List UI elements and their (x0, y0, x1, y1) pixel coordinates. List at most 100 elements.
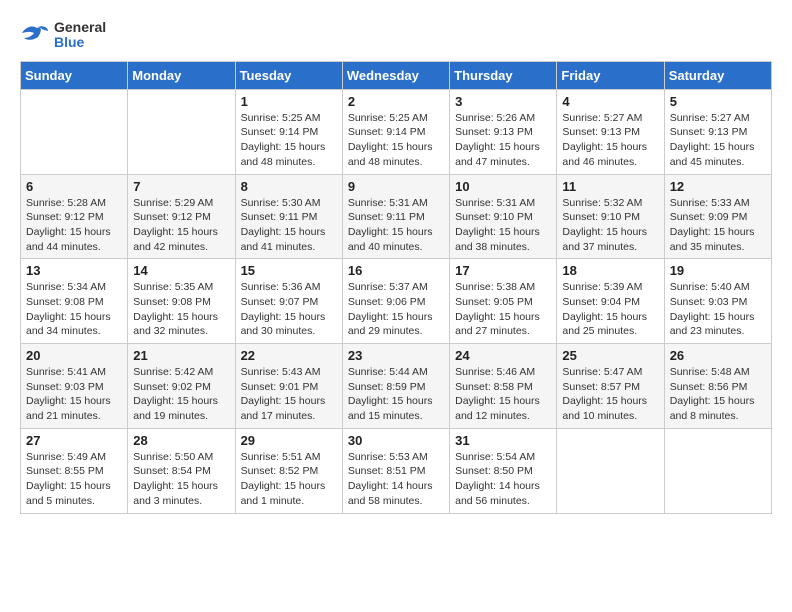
day-info: Sunrise: 5:33 AM Sunset: 9:09 PM Dayligh… (670, 196, 766, 255)
day-info: Sunrise: 5:31 AM Sunset: 9:11 PM Dayligh… (348, 196, 444, 255)
calendar-day-cell: 18Sunrise: 5:39 AM Sunset: 9:04 PM Dayli… (557, 259, 664, 344)
day-info: Sunrise: 5:39 AM Sunset: 9:04 PM Dayligh… (562, 280, 658, 339)
day-info: Sunrise: 5:42 AM Sunset: 9:02 PM Dayligh… (133, 365, 229, 424)
day-number: 14 (133, 263, 229, 278)
day-info: Sunrise: 5:53 AM Sunset: 8:51 PM Dayligh… (348, 450, 444, 509)
calendar-day-cell: 20Sunrise: 5:41 AM Sunset: 9:03 PM Dayli… (21, 344, 128, 429)
page-container: General Blue SundayMondayTuesdayWednesda… (20, 20, 772, 514)
calendar-day-cell: 16Sunrise: 5:37 AM Sunset: 9:06 PM Dayli… (342, 259, 449, 344)
day-number: 5 (670, 94, 766, 109)
day-info: Sunrise: 5:40 AM Sunset: 9:03 PM Dayligh… (670, 280, 766, 339)
day-info: Sunrise: 5:51 AM Sunset: 8:52 PM Dayligh… (241, 450, 337, 509)
day-number: 23 (348, 348, 444, 363)
calendar-day-cell (557, 428, 664, 513)
day-number: 4 (562, 94, 658, 109)
day-info: Sunrise: 5:29 AM Sunset: 9:12 PM Dayligh… (133, 196, 229, 255)
calendar-header-row: SundayMondayTuesdayWednesdayThursdayFrid… (21, 61, 772, 89)
day-number: 22 (241, 348, 337, 363)
day-number: 25 (562, 348, 658, 363)
day-info: Sunrise: 5:49 AM Sunset: 8:55 PM Dayligh… (26, 450, 122, 509)
day-number: 29 (241, 433, 337, 448)
calendar-day-cell: 21 Sunrise: 5:42 AM Sunset: 9:02 PM Dayli… (128, 344, 235, 429)
calendar-day-cell: 4 Sunrise: 5:27 AM Sunset: 9:13 PM Daylig… (557, 89, 664, 174)
day-number: 6 (26, 179, 122, 194)
day-number: 21 (133, 348, 229, 363)
calendar-day-cell: 2 Sunrise: 5:25 AM Sunset: 9:14 PM Daylig… (342, 89, 449, 174)
calendar-week-row: 27 Sunrise: 5:49 AM Sunset: 8:55 PM Dayli… (21, 428, 772, 513)
day-info: Sunrise: 5:30 AM Sunset: 9:11 PM Dayligh… (241, 196, 337, 255)
day-info: Sunrise: 5:27 AM Sunset: 9:13 PM Dayligh… (670, 111, 766, 170)
logo-text: General Blue (54, 20, 106, 51)
calendar-day-cell: 24 Sunrise: 5:46 AM Sunset: 8:58 PM Dayli… (450, 344, 557, 429)
calendar-day-cell: 25 Sunrise: 5:47 AM Sunset: 8:57 PM Dayli… (557, 344, 664, 429)
day-number: 11 (562, 179, 658, 194)
calendar-day-cell: 31 Sunrise: 5:54 AM Sunset: 8:50 PM Dayli… (450, 428, 557, 513)
day-number: 2 (348, 94, 444, 109)
day-number: 7 (133, 179, 229, 194)
day-number: 20 (26, 348, 122, 363)
day-info: Sunrise: 5:25 AM Sunset: 9:14 PM Dayligh… (241, 111, 337, 170)
day-info: Sunrise: 5:38 AM Sunset: 9:05 PM Dayligh… (455, 280, 551, 339)
calendar-week-row: 13 Sunrise: 5:34 AM Sunset: 9:08 PM Dayli… (21, 259, 772, 344)
logo: General Blue (20, 20, 106, 51)
day-info: Sunrise: 5:44 AM Sunset: 8:59 PM Dayligh… (348, 365, 444, 424)
calendar-day-cell (664, 428, 771, 513)
calendar-day-cell: 22 Sunrise: 5:43 AM Sunset: 9:01 PM Dayli… (235, 344, 342, 429)
calendar-day-cell: 26 Sunrise: 5:48 AM Sunset: 8:56 PM Dayli… (664, 344, 771, 429)
day-info: Sunrise: 5:26 AM Sunset: 9:13 PM Dayligh… (455, 111, 551, 170)
day-info: Sunrise: 5:48 AM Sunset: 8:56 PM Dayligh… (670, 365, 766, 424)
day-number: 10 (455, 179, 551, 194)
day-number: 24 (455, 348, 551, 363)
day-number: 27 (26, 433, 122, 448)
calendar-day-cell: 9 Sunrise: 5:31 AM Sunset: 9:11 PM Daylig… (342, 174, 449, 259)
day-number: 8 (241, 179, 337, 194)
calendar-day-cell: 30 Sunrise: 5:53 AM Sunset: 8:51 PM Dayli… (342, 428, 449, 513)
calendar-day-cell: 23 Sunrise: 5:44 AM Sunset: 8:59 PM Dayli… (342, 344, 449, 429)
calendar-day-cell: 17 Sunrise: 5:38 AM Sunset: 9:05 PM Dayli… (450, 259, 557, 344)
calendar-day-cell: 10Sunrise: 5:31 AM Sunset: 9:10 PM Dayli… (450, 174, 557, 259)
day-info: Sunrise: 5:47 AM Sunset: 8:57 PM Dayligh… (562, 365, 658, 424)
calendar-week-row: 6Sunrise: 5:28 AM Sunset: 9:12 PM Daylig… (21, 174, 772, 259)
calendar-day-cell: 19 Sunrise: 5:40 AM Sunset: 9:03 PM Dayli… (664, 259, 771, 344)
calendar-day-cell: 3 Sunrise: 5:26 AM Sunset: 9:13 PM Daylig… (450, 89, 557, 174)
day-info: Sunrise: 5:50 AM Sunset: 8:54 PM Dayligh… (133, 450, 229, 509)
calendar-day-cell: 11Sunrise: 5:32 AM Sunset: 9:10 PM Dayli… (557, 174, 664, 259)
day-number: 12 (670, 179, 766, 194)
day-number: 3 (455, 94, 551, 109)
calendar-day-cell: 15Sunrise: 5:36 AM Sunset: 9:07 PM Dayli… (235, 259, 342, 344)
weekday-header: Saturday (664, 61, 771, 89)
calendar-day-cell (21, 89, 128, 174)
calendar-week-row: 20Sunrise: 5:41 AM Sunset: 9:03 PM Dayli… (21, 344, 772, 429)
day-info: Sunrise: 5:46 AM Sunset: 8:58 PM Dayligh… (455, 365, 551, 424)
calendar-day-cell: 28 Sunrise: 5:50 AM Sunset: 8:54 PM Dayli… (128, 428, 235, 513)
day-number: 31 (455, 433, 551, 448)
calendar-day-cell: 7 Sunrise: 5:29 AM Sunset: 9:12 PM Daylig… (128, 174, 235, 259)
day-number: 28 (133, 433, 229, 448)
day-number: 13 (26, 263, 122, 278)
day-number: 1 (241, 94, 337, 109)
day-number: 19 (670, 263, 766, 278)
weekday-header: Friday (557, 61, 664, 89)
day-number: 26 (670, 348, 766, 363)
day-number: 16 (348, 263, 444, 278)
calendar-day-cell: 29 Sunrise: 5:51 AM Sunset: 8:52 PM Dayli… (235, 428, 342, 513)
day-info: Sunrise: 5:25 AM Sunset: 9:14 PM Dayligh… (348, 111, 444, 170)
weekday-header: Thursday (450, 61, 557, 89)
day-info: Sunrise: 5:27 AM Sunset: 9:13 PM Dayligh… (562, 111, 658, 170)
calendar-day-cell: 12 Sunrise: 5:33 AM Sunset: 9:09 PM Dayli… (664, 174, 771, 259)
day-number: 17 (455, 263, 551, 278)
day-number: 9 (348, 179, 444, 194)
day-info: Sunrise: 5:34 AM Sunset: 9:08 PM Dayligh… (26, 280, 122, 339)
header: General Blue (20, 20, 772, 51)
day-info: Sunrise: 5:35 AM Sunset: 9:08 PM Dayligh… (133, 280, 229, 339)
calendar-day-cell: 5 Sunrise: 5:27 AM Sunset: 9:13 PM Daylig… (664, 89, 771, 174)
day-info: Sunrise: 5:54 AM Sunset: 8:50 PM Dayligh… (455, 450, 551, 509)
day-number: 30 (348, 433, 444, 448)
weekday-header: Wednesday (342, 61, 449, 89)
weekday-header: Sunday (21, 61, 128, 89)
weekday-header: Monday (128, 61, 235, 89)
calendar-day-cell: 8 Sunrise: 5:30 AM Sunset: 9:11 PM Daylig… (235, 174, 342, 259)
calendar-day-cell (128, 89, 235, 174)
day-info: Sunrise: 5:43 AM Sunset: 9:01 PM Dayligh… (241, 365, 337, 424)
calendar-day-cell: 27 Sunrise: 5:49 AM Sunset: 8:55 PM Dayli… (21, 428, 128, 513)
